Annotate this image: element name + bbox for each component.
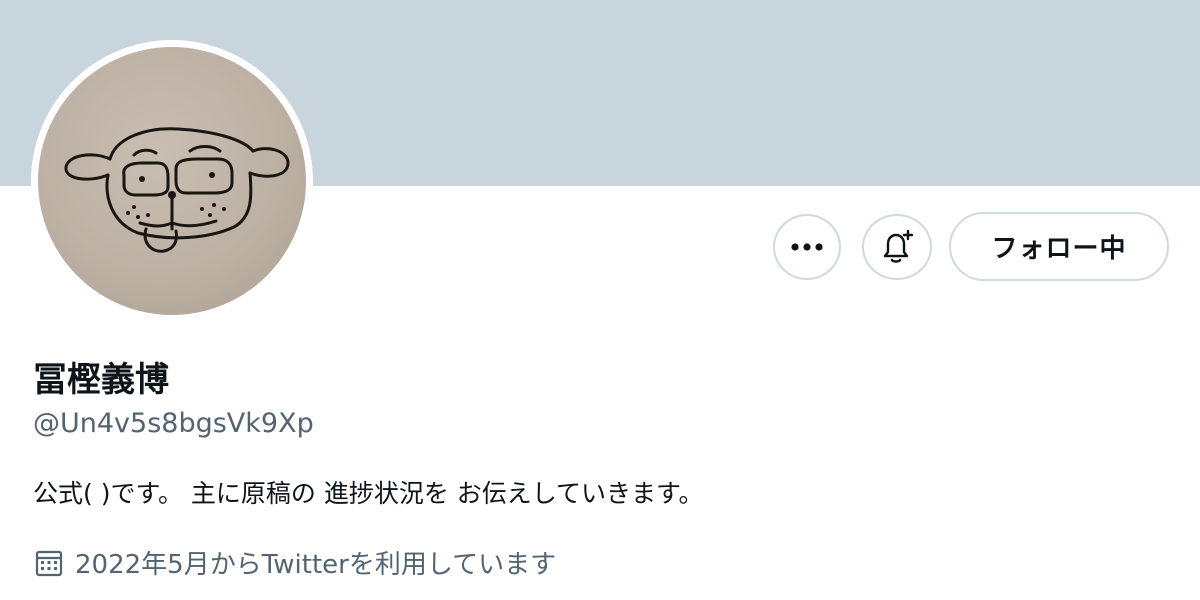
avatar-image xyxy=(38,47,306,315)
notification-bell-icon xyxy=(883,229,914,263)
more-button[interactable] xyxy=(773,214,841,280)
display-name: 冨樫義博 xyxy=(33,360,169,400)
profile-bio: 公式( )です。 主に原稿の 進捗状況を お伝えしていきます。 xyxy=(33,479,704,508)
user-handle: @Un4v5s8bgsVk9Xp xyxy=(33,408,314,439)
avatar[interactable] xyxy=(31,40,313,322)
calendar-icon xyxy=(35,550,63,576)
join-date-text: 2022年5月からTwitterを利用しています xyxy=(75,550,557,580)
more-icon xyxy=(791,243,823,251)
join-date: 2022年5月からTwitterを利用しています xyxy=(33,544,556,581)
profile-page: フォロー中 冨樫義博 @Un4v5s8bgsVk9Xp 公式( )です。 主に原… xyxy=(0,0,1200,600)
following-button[interactable]: フォロー中 xyxy=(949,212,1169,281)
notification-button[interactable] xyxy=(862,214,932,280)
dog-drawing-icon xyxy=(64,127,290,253)
